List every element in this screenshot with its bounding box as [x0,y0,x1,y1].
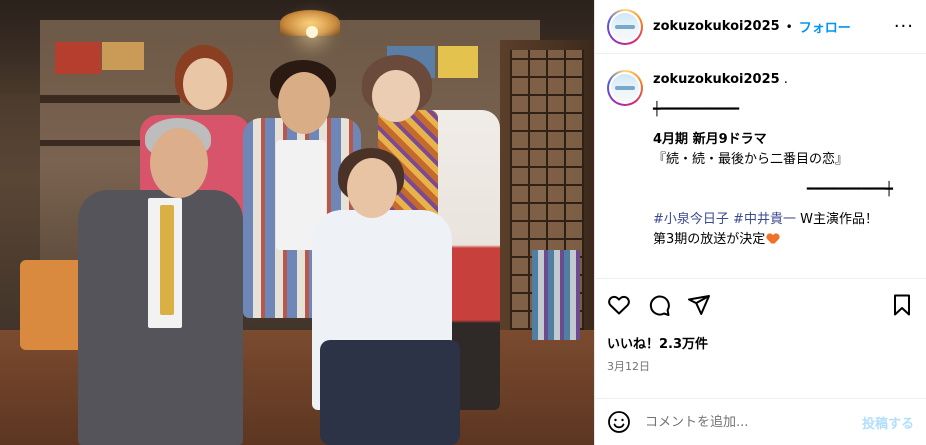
like-heart-icon[interactable] [607,293,631,317]
likes-count[interactable]: いいね！2.3万件 [607,333,914,352]
photo-lamp-bulb [306,26,318,38]
post-header: zokuzokukoi2025 • フォロー ··· [595,0,926,54]
header-username[interactable]: zokuzokukoi2025 [653,19,780,34]
post-photo[interactable] [0,0,595,445]
caption-line-announce: 第3期の放送が決定 [653,232,766,247]
bookmark-icon[interactable] [890,293,914,317]
caption-avatar[interactable] [607,70,643,106]
post-comment-button[interactable]: 投稿する [862,413,914,432]
caption-line-top-rule: ┿━━━━━━━━━━ [653,102,740,117]
caption-username[interactable]: zokuzokukoi2025 [653,72,780,87]
caption: zokuzokukoi2025 . ┿━━━━━━━━━━ 4月期 新月9ドラマ… [595,54,926,278]
comment-icon[interactable] [647,293,671,317]
caption-line-title: 『続・続・最後から二番目の恋』 [653,152,849,167]
action-bar: いいね！2.3万件 3月12日 [595,278,926,398]
caption-suffix: . [779,72,788,87]
avatar[interactable] [607,8,643,45]
avatar-image [611,74,639,102]
caption-text: zokuzokukoi2025 . ┿━━━━━━━━━━ 4月期 新月9ドラマ… [653,70,893,250]
photo-poster [102,42,144,70]
hashtag-link[interactable]: #中井貴一 [733,212,796,227]
avatar-image [611,12,639,41]
share-icon[interactable] [687,293,711,317]
comment-input[interactable] [643,413,862,431]
separator-dot: • [785,19,793,34]
comment-bar: 投稿する [595,398,926,445]
follow-button[interactable]: フォロー [799,17,851,36]
photo-blanket [532,250,580,340]
post-side-panel: zokuzokukoi2025 • フォロー ··· zokuzokukoi20… [595,0,926,445]
more-options-icon[interactable]: ··· [894,16,914,37]
orange-heart-icon [767,234,779,245]
caption-line-bottom-rule: ━━━━━━━━━━┿ [806,182,893,197]
photo-shelf [40,95,180,103]
post-date[interactable]: 3月12日 [607,358,914,374]
instagram-post: zokuzokukoi2025 • フォロー ··· zokuzokukoi20… [0,0,926,445]
emoji-icon[interactable] [607,410,631,434]
photo-poster [438,46,478,78]
hashtag-link[interactable]: #小泉今日子 [653,212,729,227]
photo-poster [55,42,101,74]
caption-line-lead: W主演作品！ [795,212,878,227]
caption-line-season: 4月期 新月9ドラマ [653,132,767,147]
